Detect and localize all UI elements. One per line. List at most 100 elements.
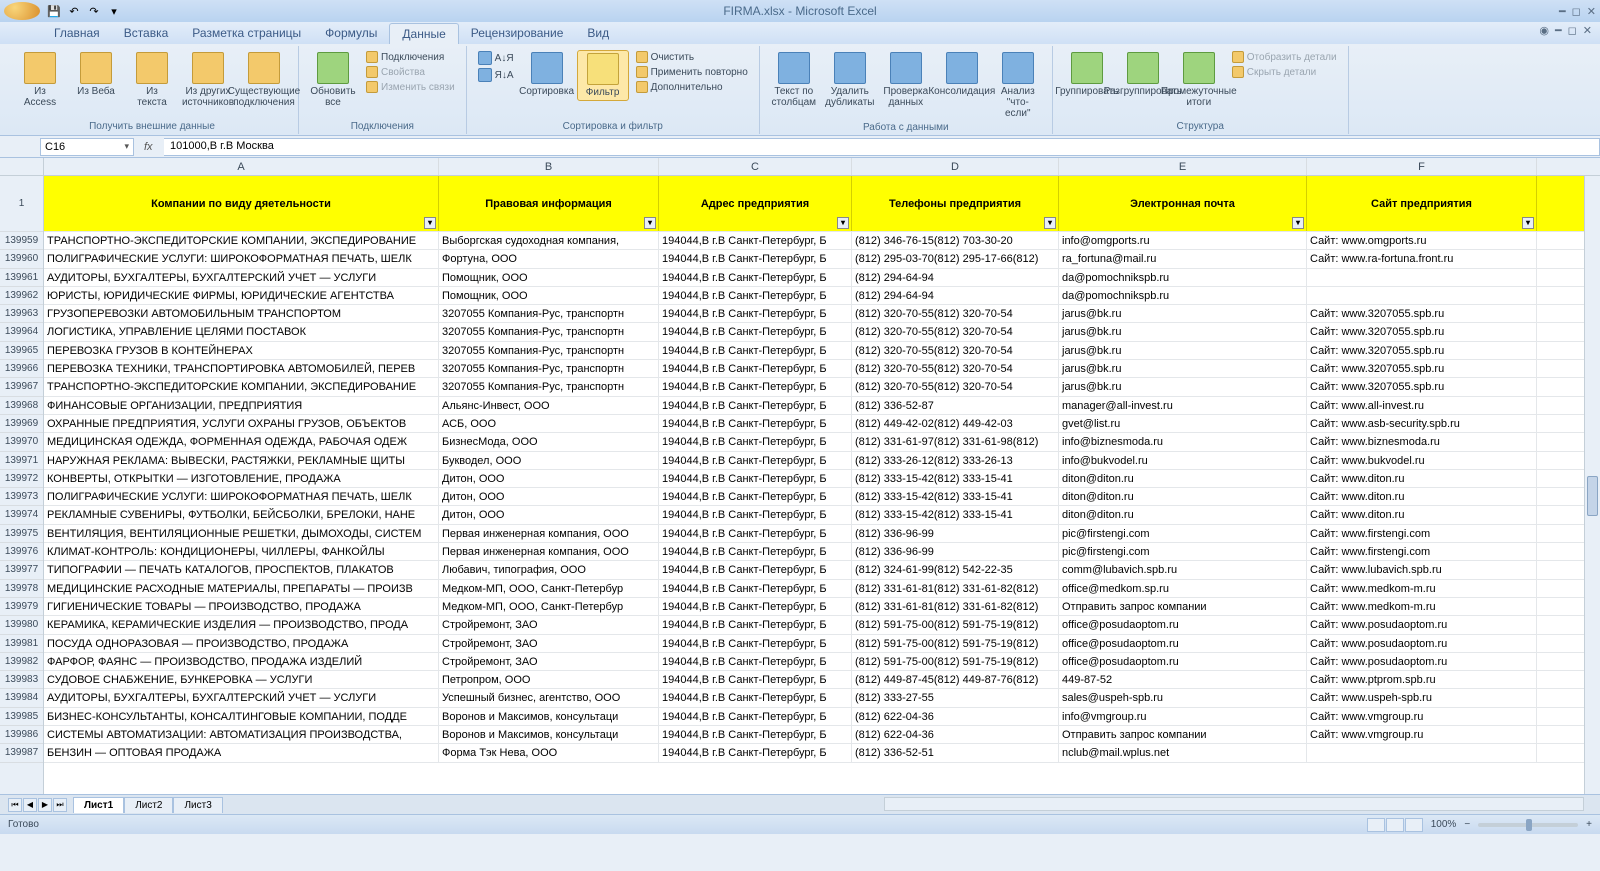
cell[interactable]: Помощник, ООО <box>439 287 659 304</box>
cell[interactable]: 194044,В г.В Санкт-Петербург, Б <box>659 580 852 597</box>
ribbon-item[interactable]: Применить повторно <box>633 65 751 79</box>
cell[interactable]: 3207055 Компания-Рус, транспортн <box>439 342 659 359</box>
zoom-level[interactable]: 100% <box>1431 819 1457 830</box>
cell[interactable]: 3207055 Компания-Рус, транспортн <box>439 305 659 322</box>
cell[interactable]: Сайт: www.uspeh-spb.ru <box>1307 689 1537 706</box>
table-column-header[interactable]: Правовая информация▾ <box>439 176 659 231</box>
cell[interactable]: ЛОГИСТИКА, УПРАВЛЕНИЕ ЦЕЛЯМИ ПОСТАВОК <box>44 323 439 340</box>
sheet-tab[interactable]: Лист1 <box>73 797 124 813</box>
cell[interactable]: Фортуна, ООО <box>439 250 659 267</box>
select-all-corner[interactable] <box>0 158 43 176</box>
cell[interactable]: НАРУЖНАЯ РЕКЛАМА: ВЫВЕСКИ, РАСТЯЖКИ, РЕК… <box>44 452 439 469</box>
cell[interactable]: Сайт: www.posudaoptom.ru <box>1307 653 1537 670</box>
row-header[interactable]: 139974 <box>0 506 43 524</box>
table-column-header[interactable]: Телефоны предприятия▾ <box>852 176 1059 231</box>
cell[interactable]: 194044,В г.В Санкт-Петербург, Б <box>659 689 852 706</box>
cell[interactable]: ОХРАННЫЕ ПРЕДПРИЯТИЯ, УСЛУГИ ОХРАНЫ ГРУЗ… <box>44 415 439 432</box>
cell[interactable]: 194044,В г.В Санкт-Петербург, Б <box>659 488 852 505</box>
cell[interactable]: 194044,В г.В Санкт-Петербург, Б <box>659 744 852 761</box>
cell[interactable]: Первая инженерная компания, ООО <box>439 543 659 560</box>
cell[interactable]: Дитон, ООО <box>439 506 659 523</box>
sheet-tab[interactable]: Лист2 <box>124 797 173 813</box>
cell[interactable]: Медком-МП, ООО, Санкт-Петербур <box>439 580 659 597</box>
cell[interactable]: ra_fortuna@mail.ru <box>1059 250 1307 267</box>
column-header[interactable]: A <box>44 158 439 175</box>
cell[interactable]: 194044,В г.В Санкт-Петербург, Б <box>659 433 852 450</box>
cell[interactable]: info@vmgroup.ru <box>1059 708 1307 725</box>
row-header[interactable]: 139973 <box>0 488 43 506</box>
cell[interactable]: ТРАНСПОРТНО-ЭКСПЕДИТОРСКИЕ КОМПАНИИ, ЭКС… <box>44 232 439 249</box>
cell[interactable]: sales@uspeh-spb.ru <box>1059 689 1307 706</box>
row-header[interactable]: 139977 <box>0 561 43 579</box>
row-header[interactable]: 139984 <box>0 689 43 707</box>
cell[interactable]: Сайт: www.3207055.spb.ru <box>1307 378 1537 395</box>
cell[interactable]: СИСТЕМЫ АВТОМАТИЗАЦИИ: АВТОМАТИЗАЦИЯ ПРО… <box>44 726 439 743</box>
row-header[interactable]: 139983 <box>0 671 43 689</box>
table-column-header[interactable]: Адрес предприятия▾ <box>659 176 852 231</box>
cell[interactable]: 194044,В г.В Санкт-Петербург, Б <box>659 250 852 267</box>
cell[interactable]: ТРАНСПОРТНО-ЭКСПЕДИТОРСКИЕ КОМПАНИИ, ЭКС… <box>44 378 439 395</box>
cell[interactable]: (812) 320-70-55(812) 320-70-54 <box>852 323 1059 340</box>
row-header[interactable]: 139967 <box>0 378 43 396</box>
table-column-header[interactable]: Электронная почта▾ <box>1059 176 1307 231</box>
cell[interactable]: 3207055 Компания-Рус, транспортн <box>439 360 659 377</box>
cell[interactable]: Сайт: www.diton.ru <box>1307 506 1537 523</box>
cell[interactable]: Сайт: www.firstengi.com <box>1307 525 1537 542</box>
view-pagebreak-icon[interactable] <box>1405 818 1423 832</box>
ribbon-close-icon[interactable]: ✕ <box>1583 24 1592 37</box>
ribbon-tab[interactable]: Формулы <box>313 23 389 44</box>
ribbon-button[interactable]: Группировать <box>1061 50 1113 110</box>
cell[interactable]: (812) 294-64-94 <box>852 287 1059 304</box>
row-header[interactable]: 139959 <box>0 232 43 250</box>
ribbon-tab[interactable]: Разметка страницы <box>180 23 313 44</box>
filter-dropdown-icon[interactable]: ▾ <box>1044 217 1056 229</box>
maximize-icon[interactable]: ◻ <box>1572 5 1581 18</box>
cell[interactable]: jarus@bk.ru <box>1059 342 1307 359</box>
tab-nav-first-icon[interactable]: ⏮ <box>8 798 22 812</box>
zoom-slider[interactable] <box>1478 823 1578 827</box>
cell[interactable]: Помощник, ООО <box>439 269 659 286</box>
cell[interactable]: 194044,В г.В Санкт-Петербург, Б <box>659 360 852 377</box>
cell[interactable]: 194044,В г.В Санкт-Петербург, Б <box>659 561 852 578</box>
horizontal-scrollbar[interactable] <box>884 797 1584 811</box>
filter-button[interactable]: Фильтр <box>577 50 629 101</box>
ribbon-tab[interactable]: Главная <box>42 23 112 44</box>
cell[interactable]: 194044,В г.В Санкт-Петербург, Б <box>659 708 852 725</box>
filter-dropdown-icon[interactable]: ▾ <box>1522 217 1534 229</box>
row-header[interactable]: 139962 <box>0 287 43 305</box>
ribbon-item[interactable]: Очистить <box>633 50 751 64</box>
cell[interactable]: Успешный бизнес, агентство, ООО <box>439 689 659 706</box>
cell[interactable] <box>1307 269 1537 286</box>
column-header[interactable]: E <box>1059 158 1307 175</box>
fx-icon[interactable]: fx <box>144 141 160 153</box>
cell[interactable]: ПОЛИГРАФИЧЕСКИЕ УСЛУГИ: ШИРОКОФОРМАТНАЯ … <box>44 488 439 505</box>
cell[interactable]: 194044,В г.В Санкт-Петербург, Б <box>659 342 852 359</box>
cell[interactable]: (812) 622-04-36 <box>852 726 1059 743</box>
row-header[interactable]: 139978 <box>0 580 43 598</box>
ribbon-button[interactable]: Из Access <box>14 50 66 110</box>
row-header[interactable]: 139963 <box>0 305 43 323</box>
cell[interactable]: ПЕРЕВОЗКА ГРУЗОВ В КОНТЕЙНЕРАХ <box>44 342 439 359</box>
row-header[interactable]: 139972 <box>0 470 43 488</box>
cell[interactable]: МЕДИЦИНСКИЕ РАСХОДНЫЕ МАТЕРИАЛЫ, ПРЕПАРА… <box>44 580 439 597</box>
cell[interactable]: (812) 346-76-15(812) 703-30-20 <box>852 232 1059 249</box>
cell[interactable]: pic@firstengi.com <box>1059 543 1307 560</box>
row-header[interactable]: 139975 <box>0 525 43 543</box>
cell[interactable]: (812) 449-87-45(812) 449-87-76(812) <box>852 671 1059 688</box>
help-icon[interactable]: ◉ <box>1539 24 1549 37</box>
cell[interactable]: comm@lubavich.spb.ru <box>1059 561 1307 578</box>
ribbon-button[interactable]: Промежуточные итоги <box>1173 50 1225 110</box>
cell[interactable]: (812) 294-64-94 <box>852 269 1059 286</box>
close-icon[interactable]: ✕ <box>1587 5 1596 18</box>
tab-nav-next-icon[interactable]: ▶ <box>38 798 52 812</box>
cell[interactable]: ТИПОГРАФИИ — ПЕЧАТЬ КАТАЛОГОВ, ПРОСПЕКТО… <box>44 561 439 578</box>
cell[interactable]: Сайт: www.ra-fortuna.front.ru <box>1307 250 1537 267</box>
cell[interactable]: 194044,В г.В Санкт-Петербург, Б <box>659 543 852 560</box>
cell[interactable]: БизнесМода, ООО <box>439 433 659 450</box>
undo-icon[interactable]: ↶ <box>66 3 82 19</box>
cell[interactable]: БИЗНЕС-КОНСУЛЬТАНТЫ, КОНСАЛТИНГОВЫЕ КОМП… <box>44 708 439 725</box>
column-header[interactable]: D <box>852 158 1059 175</box>
cell[interactable]: Сайт: www.3207055.spb.ru <box>1307 342 1537 359</box>
ribbon-button[interactable]: Существующие подключения <box>238 50 290 110</box>
ribbon-button[interactable]: Проверка данных <box>880 50 932 110</box>
